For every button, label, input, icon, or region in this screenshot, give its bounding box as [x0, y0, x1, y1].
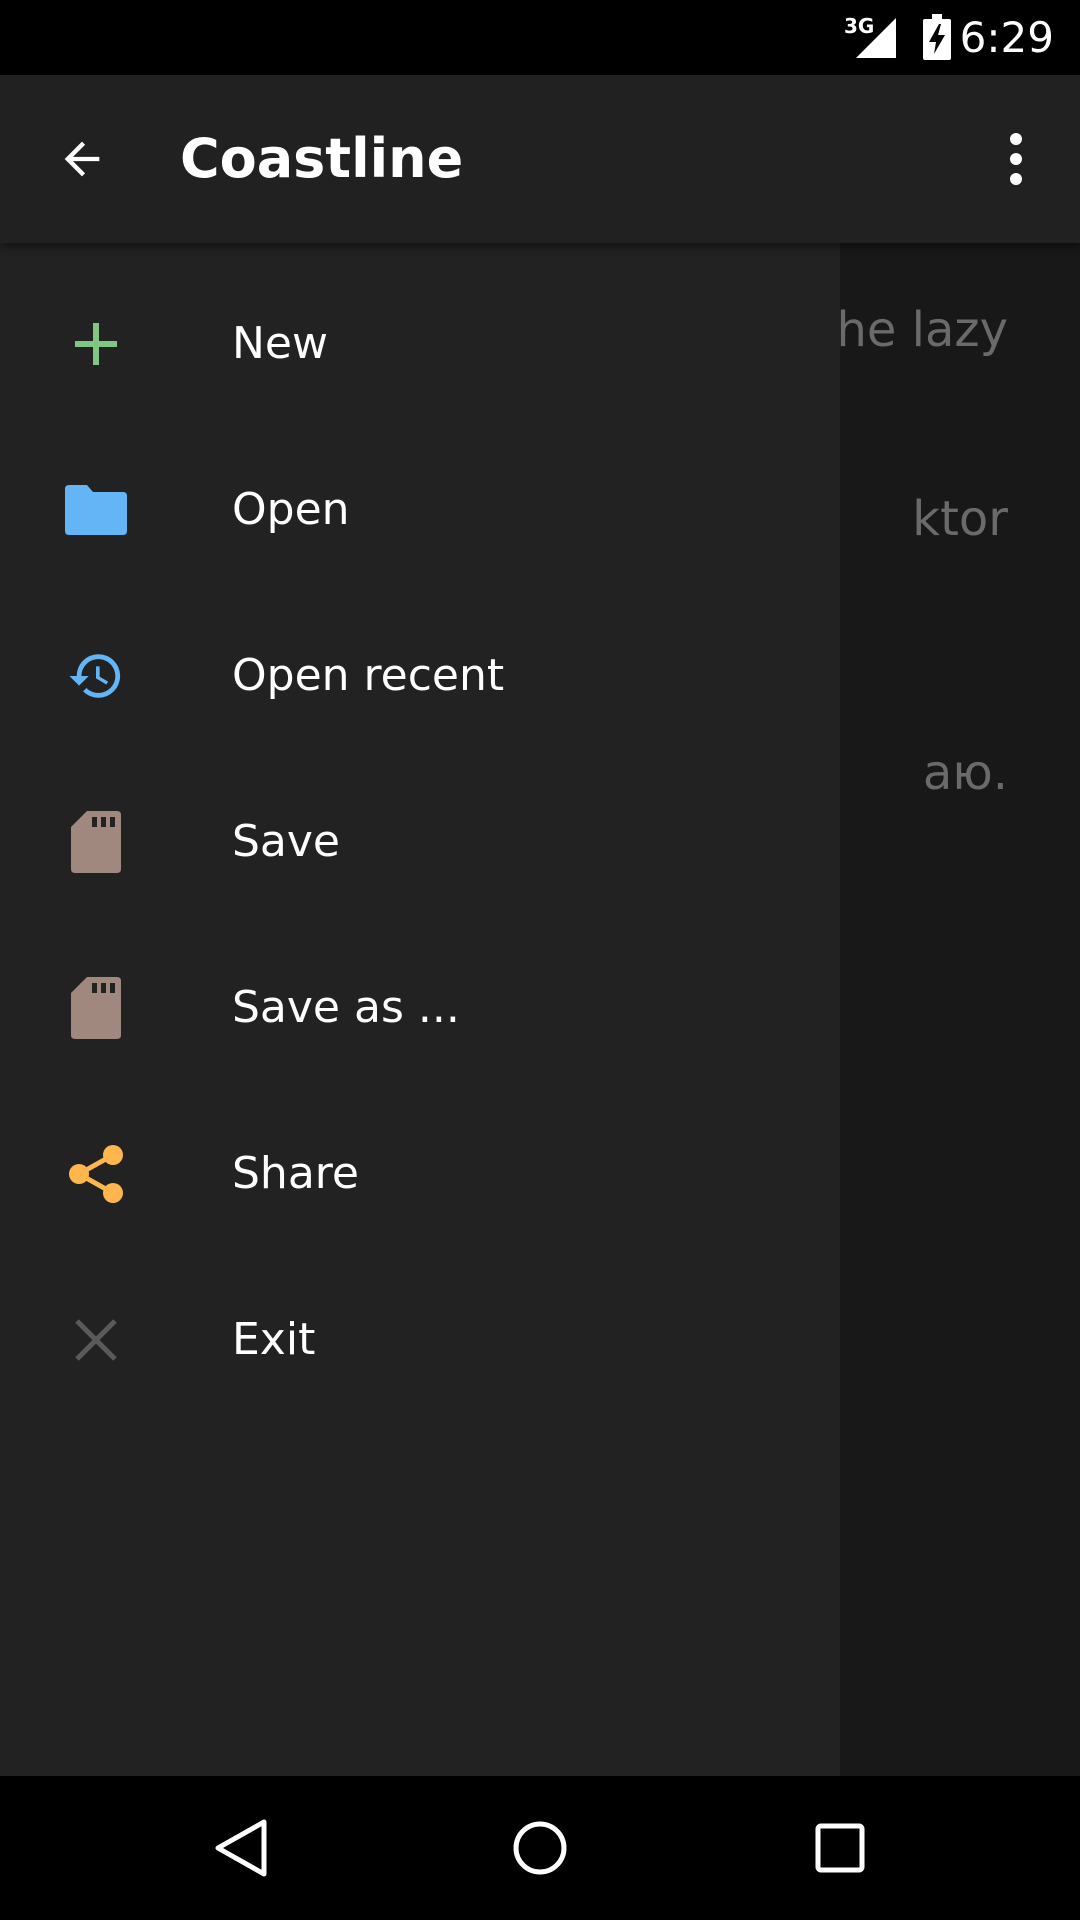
- menu-item-open-recent[interactable]: Open recent: [0, 593, 840, 759]
- menu-item-label: Save as ...: [232, 982, 460, 1033]
- navigation-drawer: New Open Open recent Save Save as ... Sh…: [0, 243, 840, 1776]
- menu-item-save-as[interactable]: Save as ...: [0, 925, 840, 1091]
- plus-icon: [64, 312, 128, 376]
- share-icon: [64, 1142, 128, 1206]
- sd-card-icon: [64, 976, 128, 1040]
- clock: 6:29: [959, 13, 1054, 62]
- page-title: Coastline: [180, 127, 464, 190]
- sd-card-icon: [64, 810, 128, 874]
- folder-icon: [64, 478, 128, 542]
- menu-item-save[interactable]: Save: [0, 759, 840, 925]
- nav-back-button[interactable]: [190, 1798, 290, 1898]
- back-button[interactable]: [38, 115, 126, 203]
- menu-item-label: New: [232, 318, 328, 369]
- battery-charging-icon: [923, 14, 951, 60]
- nav-home-icon: [513, 1821, 567, 1875]
- nav-back-icon: [215, 1819, 267, 1877]
- more-vertical-icon: [1010, 133, 1022, 185]
- menu-item-label: Share: [232, 1148, 359, 1199]
- toolbar: Coastline: [0, 75, 1080, 243]
- menu-item-share[interactable]: Share: [0, 1091, 840, 1257]
- nav-recents-icon: [815, 1823, 865, 1873]
- system-navigation-bar: [0, 1776, 1080, 1920]
- menu-item-label: Save: [232, 816, 341, 867]
- history-icon: [64, 644, 128, 708]
- menu-item-label: Exit: [232, 1314, 316, 1365]
- close-icon: [64, 1308, 128, 1372]
- arrow-left-icon: [64, 141, 100, 177]
- nav-home-button[interactable]: [490, 1798, 590, 1898]
- menu-item-label: Open: [232, 484, 350, 535]
- overflow-menu-button[interactable]: [972, 115, 1060, 203]
- menu-item-open[interactable]: Open: [0, 427, 840, 593]
- nav-recents-button[interactable]: [790, 1798, 890, 1898]
- signal-icon: [856, 18, 896, 58]
- menu-item-exit[interactable]: Exit: [0, 1257, 840, 1423]
- status-bar: 3G 6:29: [0, 0, 1080, 75]
- screen: 3G 6:29 Coastline he lazy ktor аю. New O…: [0, 0, 1080, 1920]
- menu-item-new[interactable]: New: [0, 261, 840, 427]
- menu-item-label: Open recent: [232, 650, 505, 701]
